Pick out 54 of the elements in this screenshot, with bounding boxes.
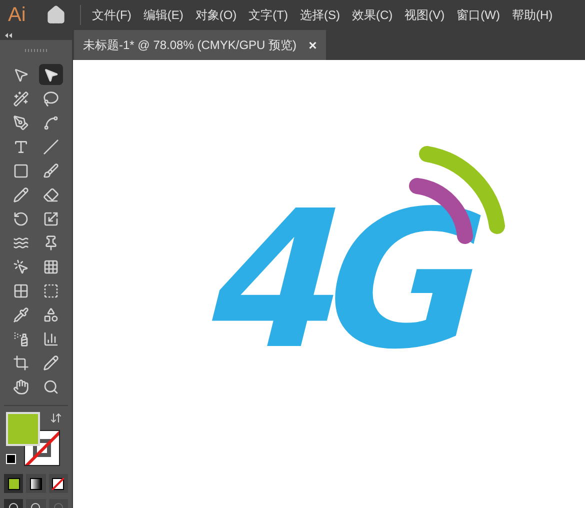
- color-mode-button[interactable]: [4, 474, 24, 493]
- close-button[interactable]: ×: [308, 34, 317, 56]
- wave-icon: [13, 234, 29, 250]
- color-swatch-icon: [8, 478, 20, 490]
- magic-wand-icon: [13, 90, 29, 106]
- menu-item[interactable]: 文字(T): [244, 6, 293, 24]
- curve-icon: [43, 114, 59, 130]
- spray-can-icon: [13, 330, 29, 346]
- mesh-icon: [13, 282, 29, 298]
- arrow-icon: [13, 66, 29, 82]
- menu-item[interactable]: 窗口(W): [452, 6, 505, 24]
- arrow-icon: [43, 66, 59, 82]
- swap-icon[interactable]: [50, 412, 62, 424]
- menu-item[interactable]: 视图(V): [400, 6, 450, 24]
- menu-item[interactable]: 效果(C): [346, 6, 398, 24]
- bar-chart-icon: [43, 330, 59, 346]
- document-tab[interactable]: 未标题-1* @ 78.08% (CMYK/GPU 预览) ×: [74, 30, 326, 60]
- grid-icon: [43, 258, 59, 274]
- brush-icon: [43, 162, 59, 178]
- grip-icon[interactable]: [25, 48, 47, 52]
- menu-item[interactable]: 文件(F): [87, 6, 136, 24]
- line-icon: [43, 138, 59, 154]
- pin-icon: [43, 234, 59, 250]
- logo-drawing: 4G: [207, 146, 507, 356]
- color-mode-button[interactable]: [48, 474, 68, 493]
- rectangle-icon: [13, 162, 29, 178]
- menu-item[interactable]: 帮助(H): [506, 6, 558, 24]
- gradient-icon: [43, 282, 59, 298]
- rotate-icon: [13, 210, 29, 226]
- color-mode-button[interactable]: [26, 474, 46, 493]
- tool-button[interactable]: [39, 64, 63, 85]
- gradient-swatch-icon: [30, 478, 42, 490]
- pen-icon: [13, 114, 29, 130]
- menu-item[interactable]: 编辑(E): [138, 6, 188, 24]
- app-logo: Ai: [8, 3, 27, 28]
- type-icon: [13, 138, 29, 154]
- collapse-icon[interactable]: [4, 32, 12, 38]
- shapes-icon: [43, 306, 59, 322]
- crop-icon: [13, 354, 29, 370]
- home-icon[interactable]: [46, 5, 66, 25]
- eraser-icon: [43, 186, 59, 202]
- pointer-icon: [13, 258, 29, 274]
- none-swatch-icon: [52, 478, 64, 490]
- fill-swatch[interactable]: [6, 412, 40, 446]
- default-colors-icon[interactable]: [6, 454, 16, 464]
- zoom-icon: [43, 378, 59, 394]
- eyedropper-icon: [13, 306, 29, 322]
- lasso-icon: [43, 90, 59, 106]
- scale-icon: [43, 210, 59, 226]
- menu-item[interactable]: 对象(O): [190, 6, 242, 24]
- document-title: 未标题-1* @ 78.08% (CMYK/GPU 预览): [83, 37, 297, 54]
- pencil-icon: [13, 186, 29, 202]
- hand-icon: [13, 378, 29, 394]
- menu-item[interactable]: 选择(S): [294, 6, 345, 24]
